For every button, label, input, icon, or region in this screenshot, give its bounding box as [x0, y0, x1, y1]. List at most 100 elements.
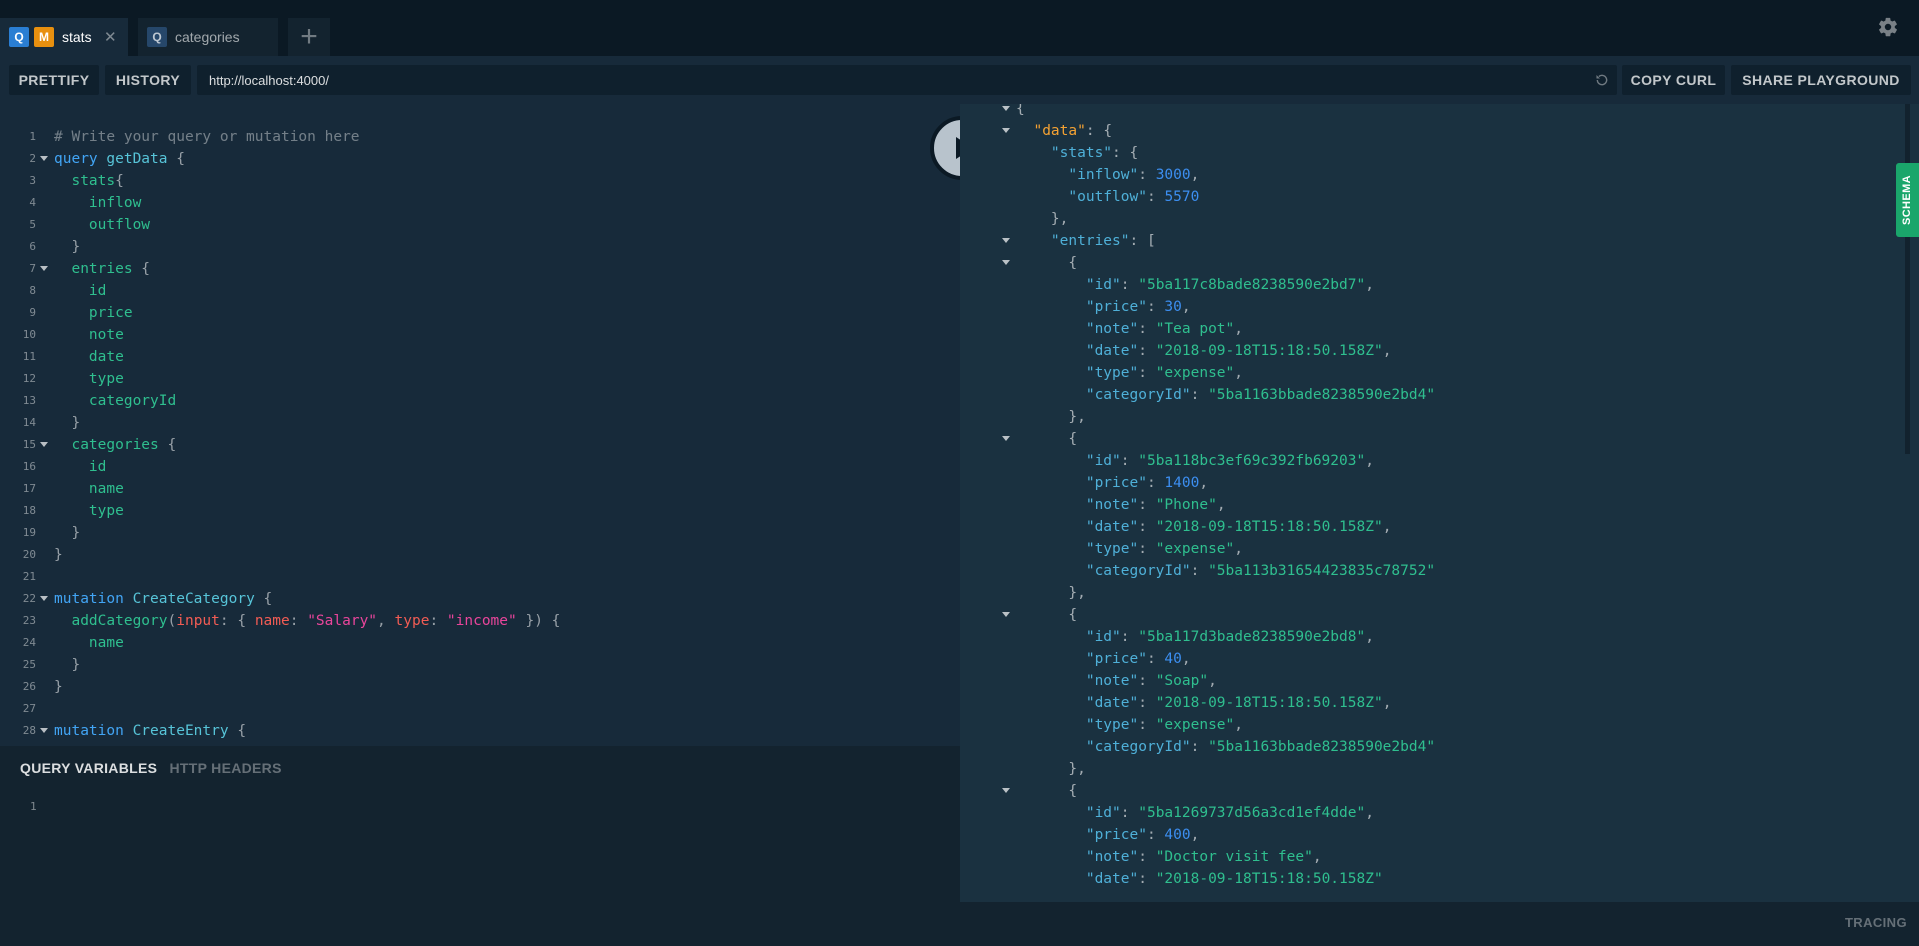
editor-line[interactable]: 16 id [0, 456, 960, 478]
result-text: "type": "expense", [1016, 714, 1243, 736]
code-token: { [158, 437, 177, 453]
result-text: "id": "5ba117d3bade8238590e2bd8", [1016, 626, 1374, 648]
editor-line[interactable]: 6 } [0, 236, 960, 258]
line-number: 6 [29, 240, 36, 253]
code-text: addCategory(input: { name: "Salary", typ… [54, 610, 560, 632]
result-text: "categoryId": "5ba113b31654423835c78752" [1016, 560, 1435, 582]
tab-stats[interactable]: Q M stats ✕ [0, 18, 128, 56]
editor-line[interactable]: 13 categoryId [0, 390, 960, 412]
editor-line[interactable]: 8 id [0, 280, 960, 302]
history-button[interactable]: HISTORY [105, 65, 191, 95]
editor-line[interactable]: 26} [0, 676, 960, 698]
code-token: outflow [54, 217, 151, 233]
result-token [1016, 849, 1086, 865]
gear-icon[interactable] [1877, 16, 1899, 38]
code-text: type [54, 368, 124, 390]
editor-line[interactable]: 18 type [0, 500, 960, 522]
editor-line[interactable]: 9 price [0, 302, 960, 324]
editor-line[interactable]: 28 mutation CreateEntry { [0, 720, 960, 742]
fold-arrow-icon[interactable] [40, 728, 48, 733]
result-token: "date" [1085, 519, 1139, 535]
fold-arrow-icon[interactable] [40, 596, 48, 601]
fold-arrow-icon[interactable] [1002, 260, 1010, 265]
editor-line[interactable]: 12 type [0, 368, 960, 390]
editor-line[interactable]: 15 categories { [0, 434, 960, 456]
fold-arrow-icon[interactable] [1002, 128, 1010, 133]
editor-line[interactable]: 1 # Write your query or mutation here [0, 126, 960, 148]
fold-arrow-icon[interactable] [1002, 612, 1010, 617]
result-token [1016, 695, 1086, 711]
result-token: "Tea pot" [1155, 321, 1235, 337]
editor-line[interactable]: 20} [0, 544, 960, 566]
editor-line[interactable]: 5 outflow [0, 214, 960, 236]
editor-line[interactable]: 11 date [0, 346, 960, 368]
copy-curl-button[interactable]: COPY CURL [1622, 65, 1725, 95]
query-editor[interactable]: 1 # Write your query or mutation here 2 que… [0, 104, 960, 746]
editor-line[interactable]: 10 note [0, 324, 960, 346]
fold-arrow-icon[interactable] [1002, 436, 1010, 441]
result-token: : [1138, 695, 1156, 711]
result-line: "id": "5ba117c8bade8238590e2bd7", [960, 274, 1919, 296]
result-text: { [1016, 104, 1025, 120]
line-number: 7 [29, 262, 36, 275]
fold-arrow-icon[interactable] [1002, 238, 1010, 243]
result-token [1016, 123, 1033, 139]
result-viewer[interactable]: { "data": { "stats": { "inflow": 3000, "… [960, 104, 1919, 902]
editor-line[interactable]: 27 [0, 698, 960, 720]
add-tab-button[interactable]: + [288, 18, 330, 56]
code-text: entries { [54, 258, 150, 280]
tab-categories[interactable]: Q categories [138, 18, 278, 56]
result-token: "note" [1085, 849, 1139, 865]
query-variables-panel: QUERY VARIABLES HTTP HEADERS 1 [0, 746, 960, 946]
fold-arrow-icon[interactable] [40, 266, 48, 271]
result-token: "5ba113b31654423835c78752" [1208, 563, 1436, 579]
result-token: 400 [1164, 827, 1191, 843]
result-text: "id": "5ba118bc3ef69c392fb69203", [1016, 450, 1374, 472]
result-token: }, [1016, 211, 1069, 227]
schema-button[interactable]: SCHEMA [1896, 163, 1919, 237]
editor-line[interactable]: 17 name [0, 478, 960, 500]
editor-line[interactable]: 23 addCategory(input: { name: "Salary", … [0, 610, 960, 632]
tracing-button[interactable]: TRACING [1845, 915, 1907, 930]
tab-bar: Q M stats ✕ Q categories + [0, 0, 1919, 56]
result-token: "5ba117d3bade8238590e2bd8" [1138, 629, 1366, 645]
result-token: "id" [1085, 277, 1121, 293]
editor-line[interactable]: 22 mutation CreateCategory { [0, 588, 960, 610]
prettify-button[interactable]: PRETTIFY [9, 65, 99, 95]
code-text: id [54, 280, 106, 302]
result-line: "date": "2018-09-18T15:18:50.158Z", [960, 340, 1919, 362]
fold-arrow-icon[interactable] [1002, 788, 1010, 793]
close-icon[interactable]: ✕ [104, 28, 117, 46]
code-token: # Write your query or mutation here [54, 129, 360, 145]
result-token: "entries" [1050, 233, 1130, 249]
code-token: id [54, 283, 107, 299]
reload-icon[interactable] [1595, 73, 1609, 87]
line-number: 21 [22, 570, 36, 583]
editor-line[interactable]: 3 stats{ [0, 170, 960, 192]
tab-query-variables[interactable]: QUERY VARIABLES [20, 760, 157, 776]
result-token: "5ba118bc3ef69c392fb69203" [1138, 453, 1366, 469]
editor-line[interactable]: 4 inflow [0, 192, 960, 214]
editor-line[interactable]: 21 [0, 566, 960, 588]
result-token [1016, 145, 1051, 161]
editor-line[interactable]: 19 } [0, 522, 960, 544]
fold-arrow-icon[interactable] [40, 442, 48, 447]
editor-line[interactable]: 2 query getData { [0, 148, 960, 170]
code-text: stats{ [54, 170, 123, 192]
editor-line[interactable]: 7 entries { [0, 258, 960, 280]
fold-arrow-icon[interactable] [1002, 106, 1010, 111]
share-playground-button[interactable]: SHARE PLAYGROUND [1731, 65, 1911, 95]
result-line: "id": "5ba117d3bade8238590e2bd8", [960, 626, 1919, 648]
code-token: mutation [54, 591, 133, 607]
fold-arrow-icon[interactable] [40, 156, 48, 161]
endpoint-url-input[interactable]: http://localhost:4000/ [197, 65, 1617, 95]
result-token: "5ba1163bbade8238590e2bd4" [1208, 739, 1436, 755]
editor-line[interactable]: 25 } [0, 654, 960, 676]
code-token: id [54, 459, 107, 475]
editor-line[interactable]: 24 name [0, 632, 960, 654]
code-token: } [54, 679, 63, 695]
result-line: "outflow": 5570 [960, 186, 1919, 208]
editor-line[interactable]: 14 } [0, 412, 960, 434]
tab-http-headers[interactable]: HTTP HEADERS [169, 760, 281, 776]
result-line: { [960, 104, 1919, 120]
